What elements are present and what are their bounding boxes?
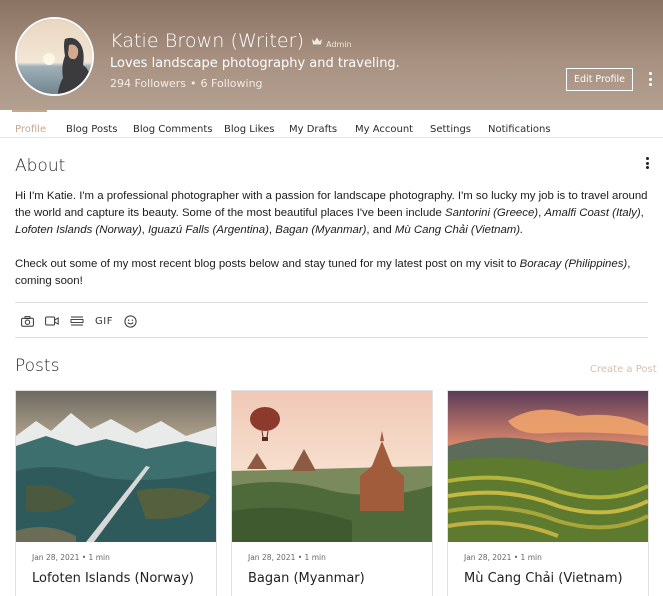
followers-link[interactable]: 294 Followers xyxy=(110,77,186,90)
divider xyxy=(15,337,648,338)
tab-notifications[interactable]: Notifications xyxy=(488,124,551,135)
post-card[interactable]: Jan 28, 2021 • 1 min Lofoten Islands (No… xyxy=(15,390,217,596)
emoji-icon[interactable] xyxy=(124,314,137,328)
profile-tagline: Loves landscape photography and travelin… xyxy=(110,56,400,71)
tab-blog-comments[interactable]: Blog Comments xyxy=(133,124,213,135)
tab-profile[interactable]: Profile xyxy=(15,124,46,135)
editor-toolbar: GIF xyxy=(21,313,148,329)
post-meta: Jan 28, 2021 • 1 min xyxy=(32,553,110,562)
tab-settings[interactable]: Settings xyxy=(430,124,471,135)
post-meta: Jan 28, 2021 • 1 min xyxy=(248,553,326,562)
about-text: Hi I'm Katie. I'm a professional photogr… xyxy=(15,188,655,290)
post-image-mu-cang-chai[interactable] xyxy=(448,391,648,542)
about-title: About xyxy=(15,156,66,176)
divider xyxy=(15,302,648,303)
posts-title: Posts xyxy=(15,356,60,376)
gif-button[interactable]: GIF xyxy=(95,316,113,327)
avatar[interactable] xyxy=(15,17,94,96)
profile-name: Katie Brown (Writer) xyxy=(110,30,305,52)
following-link[interactable]: 6 Following xyxy=(201,77,263,90)
video-icon[interactable] xyxy=(45,316,59,326)
post-title[interactable]: Bagan (Myanmar) xyxy=(248,571,365,586)
divider-insert-icon[interactable] xyxy=(70,316,84,326)
active-tab-indicator xyxy=(12,110,47,112)
crown-icon xyxy=(312,30,323,45)
profile-stats: 294 Followers • 6 Following xyxy=(110,77,263,90)
tab-blog-likes[interactable]: Blog Likes xyxy=(224,124,274,135)
tab-my-account[interactable]: My Account xyxy=(355,124,413,135)
post-meta: Jan 28, 2021 • 1 min xyxy=(464,553,542,562)
tab-my-drafts[interactable]: My Drafts xyxy=(289,124,337,135)
edit-profile-button[interactable]: Edit Profile xyxy=(566,68,633,91)
create-post-link[interactable]: Create a Post xyxy=(590,364,657,375)
role-badge: Admin xyxy=(326,40,352,49)
post-image-lofoten[interactable] xyxy=(16,391,216,542)
post-card[interactable]: Jan 28, 2021 • 1 min Mù Cang Chải (Vietn… xyxy=(447,390,649,596)
camera-icon[interactable] xyxy=(21,315,34,327)
post-title[interactable]: Lofoten Islands (Norway) xyxy=(32,571,194,586)
separator-dot: • xyxy=(190,77,197,90)
about-paragraph-1: Hi I'm Katie. I'm a professional photogr… xyxy=(15,190,648,236)
post-image-bagan[interactable] xyxy=(232,391,432,542)
about-more-icon[interactable] xyxy=(646,157,649,169)
profile-tabs: Profile Blog Posts Blog Comments Blog Li… xyxy=(0,110,663,138)
about-paragraph-2: Check out some of my most recent blog po… xyxy=(15,258,631,287)
more-options-icon[interactable] xyxy=(649,72,653,86)
tab-blog-posts[interactable]: Blog Posts xyxy=(66,124,117,135)
profile-header: Katie Brown (Writer) Admin Loves landsca… xyxy=(0,0,663,110)
post-card[interactable]: Jan 28, 2021 • 1 min Bagan (Myanmar) xyxy=(231,390,433,596)
post-title[interactable]: Mù Cang Chải (Vietnam) xyxy=(464,571,623,586)
